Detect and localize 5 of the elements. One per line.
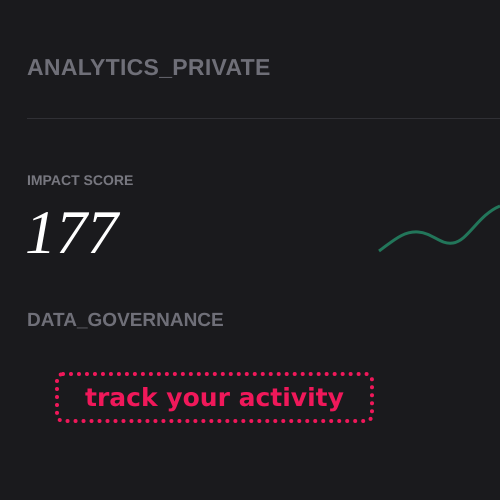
callout-label: track your activity [55,372,374,423]
metric-label: IMPACT SCORE [27,172,134,188]
metric-value: 177 [25,202,118,264]
page-title: ANALYTICS_PRIVATE [27,54,271,80]
section-title: DATA_GOVERNANCE [27,310,224,332]
